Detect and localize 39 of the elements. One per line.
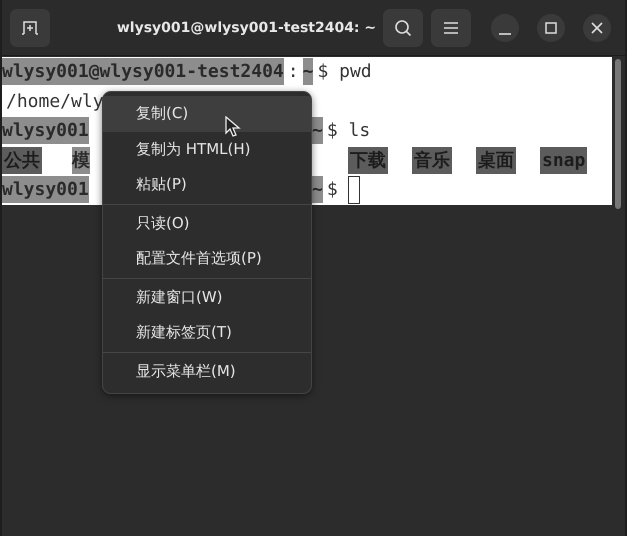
terminal-text: ~ — [312, 117, 323, 144]
menu-button[interactable] — [431, 8, 471, 46]
window-title: wlysy001@wlysy001-test2404: ~ — [116, 20, 378, 36]
menu-item[interactable]: 显示菜单栏(M) — [103, 354, 311, 389]
minimize-icon — [499, 32, 511, 34]
close-button[interactable] — [583, 14, 611, 42]
maximize-button[interactable] — [537, 14, 565, 42]
new-tab-button[interactable] — [10, 8, 50, 46]
close-icon — [591, 22, 603, 34]
menu-item[interactable]: 新建标签页(T) — [103, 315, 311, 350]
directory-name: 音乐 — [412, 146, 452, 174]
new-tab-icon — [21, 18, 39, 36]
menu-item[interactable]: 复制(C) — [103, 96, 311, 132]
maximize-icon — [545, 22, 557, 34]
search-icon — [394, 18, 412, 36]
minimize-button[interactable] — [491, 14, 519, 42]
menu-item[interactable]: 配置文件首选项(P) — [103, 241, 311, 276]
terminal-text: wlysy001 — [2, 117, 89, 144]
menu-icon — [443, 20, 459, 34]
menu-item[interactable]: 只读(O) — [103, 206, 311, 241]
terminal-text: wlysy001@wlysy001-test2404 — [2, 58, 284, 86]
terminal-text: $ ls — [326, 119, 372, 144]
terminal-text: 模 — [72, 146, 90, 174]
directory-name: snap — [540, 146, 588, 174]
terminal-text: ~ — [302, 58, 314, 86]
terminal-text: ~ — [312, 176, 323, 204]
menu-item[interactable]: 复制为 HTML(H) — [103, 132, 311, 167]
terminal-text: : — [286, 60, 300, 84]
scrollbar[interactable] — [615, 59, 621, 209]
terminal-text: $ pwd — [316, 60, 373, 84]
search-button[interactable] — [383, 8, 423, 46]
mouse-pointer-icon — [225, 116, 241, 138]
directory-name: 桌面 — [476, 146, 516, 174]
directory-name: 公共 — [2, 146, 42, 174]
terminal-text: $ — [326, 178, 339, 202]
menu-item[interactable]: 新建窗口(W) — [103, 280, 311, 315]
directory-name: 下载 — [348, 146, 388, 174]
terminal-text: wlysy001 — [2, 176, 89, 204]
menu-item[interactable]: 粘贴(P) — [103, 167, 311, 202]
